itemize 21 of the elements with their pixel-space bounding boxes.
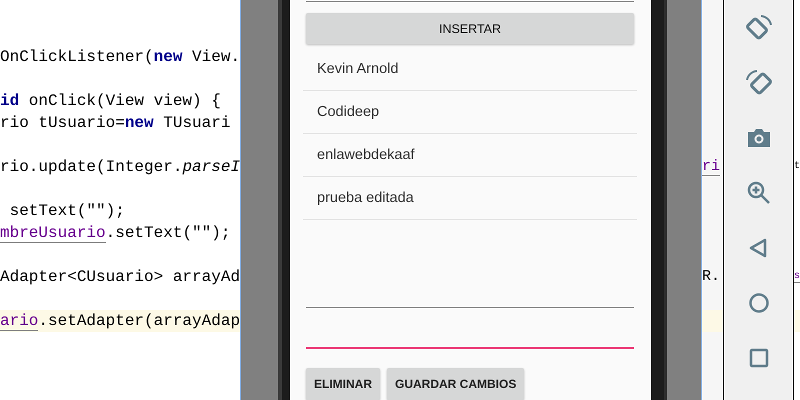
code-fragment: t [794, 161, 800, 172]
code-line: ario.setAdapter(arrayAdap [0, 312, 240, 330]
action-button[interactable]: ELIMINAR [306, 368, 380, 400]
code-fragment: s [794, 271, 800, 283]
code-line: mbreUsuario.setText(""); [0, 224, 230, 242]
list-item[interactable]: Kevin Arnold [303, 48, 637, 92]
insert-button[interactable]: INSERTAR [306, 12, 634, 44]
code-line: id onClick(View view) { [0, 92, 221, 110]
action-button[interactable]: GUARDAR CAMBIOS [387, 368, 524, 400]
list-item[interactable]: Codideep [303, 91, 637, 134]
code-line: Adapter<CUsuario> arrayAd [0, 268, 240, 286]
code-fragment: ri [702, 158, 720, 176]
code-line: rio.update(Integer.parseI [0, 158, 240, 176]
code-line: rio tUsuario=new TUsuari [0, 114, 230, 132]
current-line-highlight [702, 310, 723, 332]
list-item[interactable]: enlawebdekaaf [303, 134, 637, 178]
code-fragment: R. [702, 268, 720, 285]
list-item[interactable]: prueba editada [303, 177, 637, 220]
current-line-highlight [794, 310, 800, 332]
code-line: OnClickListener(new View. [0, 48, 240, 66]
code-line: setText(""); [8, 202, 125, 220]
